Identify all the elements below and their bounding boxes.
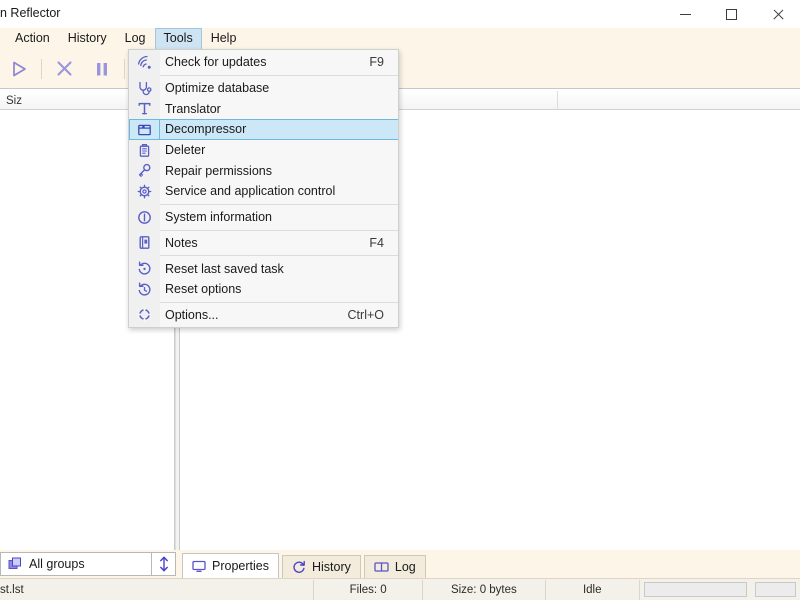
- tab-log-label: Log: [394, 560, 416, 574]
- menu-item-options-shortcut: Ctrl+O: [347, 307, 384, 322]
- close-button[interactable]: [754, 0, 800, 28]
- menu-history[interactable]: History: [59, 28, 116, 49]
- menu-item-deleter-label: Deleter: [165, 143, 206, 158]
- bottom-bar: All groups Properties History Log: [0, 550, 800, 578]
- menu-item-service-and-application-control[interactable]: Service and application control: [129, 181, 398, 202]
- menu-item-reset-last-saved-task[interactable]: Reset last saved task: [129, 258, 398, 279]
- groups-spinner-button[interactable]: [152, 552, 176, 576]
- signal-icon: [129, 52, 160, 73]
- menu-item-decompressor[interactable]: Decompressor: [129, 119, 398, 140]
- menu-item-translator-label: Translator: [165, 101, 221, 116]
- redo-clock-icon: [129, 279, 160, 300]
- stethoscope-icon: [129, 78, 160, 99]
- menu-separator-2: [160, 203, 398, 205]
- archive-box-icon: [129, 119, 160, 140]
- status-progress-primary: [643, 582, 747, 597]
- menu-item-repair-permissions[interactable]: Repair permissions: [129, 160, 398, 181]
- menu-item-repair-permissions-label: Repair permissions: [165, 163, 272, 178]
- status-state: Idle: [546, 579, 640, 600]
- tab-properties-label: Properties: [212, 559, 269, 573]
- settings-ring-icon: [129, 305, 160, 326]
- column-header-4[interactable]: [558, 91, 800, 110]
- tab-history[interactable]: History: [281, 555, 361, 578]
- application-window: n Reflector Action History Log Tools Hel…: [0, 0, 800, 600]
- window-controls: [662, 0, 800, 28]
- menu-help[interactable]: Help: [202, 28, 246, 49]
- toolbar-separator-2: [124, 58, 125, 79]
- text-t-icon: [129, 98, 160, 119]
- maximize-button[interactable]: [708, 0, 754, 28]
- close-icon: [772, 9, 783, 20]
- menu-log[interactable]: Log: [116, 28, 155, 49]
- status-progress-secondary: [754, 582, 796, 597]
- toolbar-separator-1: [41, 58, 42, 79]
- groups-icon: [8, 557, 22, 571]
- close-x-icon: [55, 59, 74, 78]
- bottom-tab-strip: Properties History Log: [182, 550, 429, 578]
- key-icon: [129, 160, 160, 181]
- tab-history-label: History: [311, 560, 351, 574]
- stop-button[interactable]: [45, 52, 83, 86]
- menu-bar: Action History Log Tools Help: [0, 28, 800, 49]
- note-icon: [129, 233, 160, 254]
- menu-item-service-and-application-control-label: Service and application control: [165, 184, 336, 199]
- menu-item-notes[interactable]: Notes F4: [129, 233, 398, 254]
- maximize-icon: [725, 8, 737, 20]
- menu-item-notes-label: Notes: [165, 235, 198, 250]
- info-circle-icon: [129, 207, 160, 228]
- menu-item-deleter[interactable]: Deleter: [129, 140, 398, 161]
- menu-item-translator[interactable]: Translator: [129, 98, 398, 119]
- book-icon: [374, 560, 389, 574]
- title-bar: n Reflector: [0, 0, 800, 29]
- groups-label: All groups: [29, 557, 85, 571]
- gear-icon: [129, 181, 160, 202]
- tools-dropdown-menu: Check for updates F9 Optimize database T…: [128, 49, 399, 329]
- tab-properties[interactable]: Properties: [182, 553, 279, 578]
- minimize-icon: [679, 13, 691, 15]
- column-header-bar: Siz: [0, 88, 800, 110]
- up-down-arrows-icon: [158, 556, 170, 572]
- menu-separator-3: [160, 229, 398, 231]
- menu-item-check-for-updates-shortcut: F9: [369, 55, 384, 70]
- start-button[interactable]: [0, 52, 38, 86]
- status-file: st.lst: [0, 579, 315, 600]
- clock-refresh-icon: [292, 560, 306, 574]
- play-icon: [10, 60, 28, 78]
- undo-clock-icon: [129, 258, 160, 279]
- status-bar: st.lst Files: 0 Size: 0 bytes Idle: [0, 578, 800, 600]
- menu-item-reset-options-label: Reset options: [165, 282, 242, 297]
- main-content: [0, 110, 800, 550]
- menu-separator-4: [160, 255, 398, 257]
- menu-item-optimize-database-label: Optimize database: [165, 81, 270, 96]
- menu-item-optimize-database[interactable]: Optimize database: [129, 78, 398, 99]
- status-files-count: Files: 0: [314, 579, 423, 600]
- menu-item-system-information-label: System information: [165, 210, 272, 225]
- menu-item-system-information[interactable]: System information: [129, 207, 398, 228]
- trash-icon: [129, 140, 160, 161]
- window-title: n Reflector: [0, 6, 61, 20]
- monitor-icon: [192, 559, 206, 573]
- menu-action[interactable]: Action: [6, 28, 59, 49]
- menu-separator-5: [160, 301, 398, 303]
- menu-item-reset-last-saved-task-label: Reset last saved task: [165, 261, 284, 276]
- pause-icon: [93, 60, 111, 78]
- minimize-button[interactable]: [662, 0, 708, 28]
- menu-separator-1: [160, 74, 398, 76]
- menu-item-options-label: Options...: [165, 307, 219, 322]
- tab-log[interactable]: Log: [363, 555, 426, 578]
- menu-item-options[interactable]: Options... Ctrl+O: [129, 305, 398, 326]
- menu-item-check-for-updates[interactable]: Check for updates F9: [129, 52, 398, 73]
- menu-item-notes-shortcut: F4: [369, 235, 384, 250]
- status-size: Size: 0 bytes: [423, 579, 546, 600]
- menu-tools[interactable]: Tools: [154, 28, 202, 49]
- toolbar: [0, 49, 800, 88]
- menu-item-check-for-updates-label: Check for updates: [165, 55, 267, 70]
- pause-button[interactable]: [83, 52, 121, 86]
- column-header-row: Siz: [0, 91, 800, 110]
- groups-selector[interactable]: All groups: [0, 552, 152, 576]
- menu-item-reset-options[interactable]: Reset options: [129, 279, 398, 300]
- menu-item-decompressor-label: Decompressor: [165, 122, 247, 137]
